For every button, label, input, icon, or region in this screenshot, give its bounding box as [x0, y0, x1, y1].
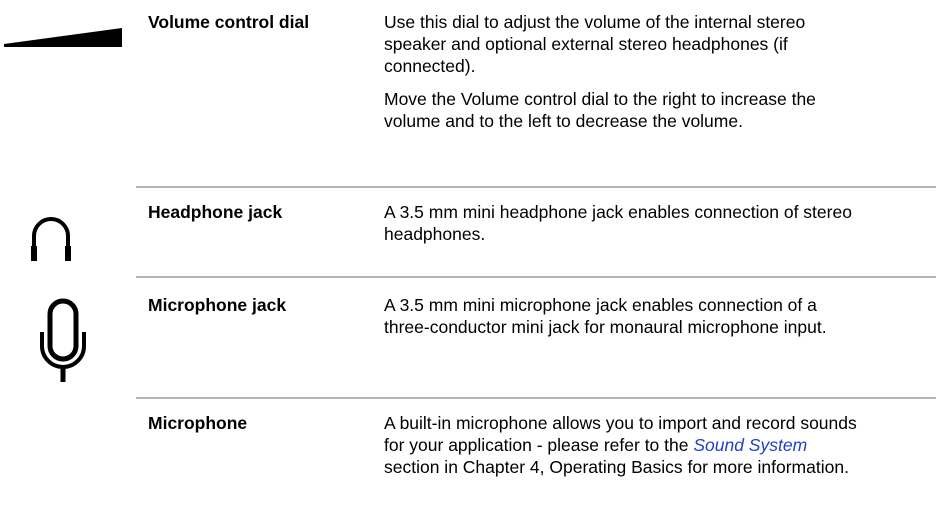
description: Use this dial to adjust the volume of th…: [384, 0, 866, 132]
term-label: Headphone jack: [148, 202, 283, 222]
description: A 3.5 mm mini headphone jack enables con…: [384, 186, 866, 245]
term-label: Microphone jack: [148, 295, 287, 315]
table-row: Microphone A built-in microphone allows …: [136, 397, 936, 520]
row-divider: [136, 276, 936, 278]
description-text: section in Chapter 4, Operating Basics f…: [384, 457, 849, 477]
term-label: Microphone: [148, 413, 248, 433]
table-row: Headphone jack A 3.5 mm mini headphone j…: [136, 186, 936, 276]
description-paragraph: A 3.5 mm mini headphone jack enables con…: [384, 202, 852, 244]
headphone-icon: [31, 217, 71, 261]
term-label: Volume control dial: [148, 12, 310, 32]
microphone-icon: [40, 298, 86, 382]
sound-system-link[interactable]: Sound System: [693, 435, 807, 455]
table-row: Volume control dial Use this dial to adj…: [136, 0, 936, 183]
definition-table: Volume control dial Use this dial to adj…: [136, 0, 936, 520]
volume-wedge-icon: [4, 28, 122, 47]
description: A built-in microphone allows you to impo…: [384, 397, 866, 478]
description-paragraph: Move the Volume control dial to the righ…: [384, 89, 816, 131]
description-paragraph: A 3.5 mm mini microphone jack enables co…: [384, 295, 827, 337]
description: A 3.5 mm mini microphone jack enables co…: [384, 279, 866, 338]
table-row: Microphone jack A 3.5 mm mini microphone…: [136, 279, 936, 394]
description-paragraph: Use this dial to adjust the volume of th…: [384, 12, 806, 76]
description-paragraph: A built-in microphone allows you to impo…: [384, 412, 866, 478]
